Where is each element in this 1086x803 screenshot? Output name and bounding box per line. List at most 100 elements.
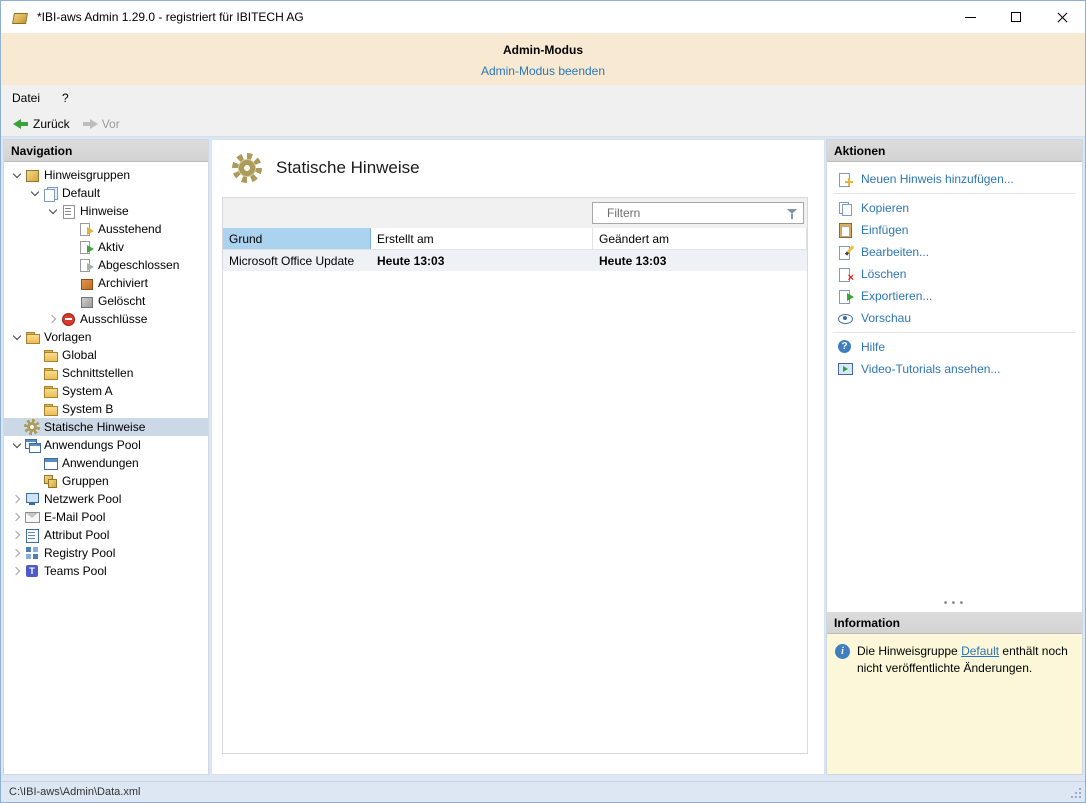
maximize-icon: [1011, 12, 1021, 22]
sidebar-item-anwendungen[interactable]: Anwendungen: [4, 454, 208, 472]
sidebar-item-teams-pool[interactable]: Teams Pool: [4, 562, 208, 580]
navigation-header-label: Navigation: [11, 144, 72, 158]
cell-grund: Microsoft Office Update: [223, 250, 371, 271]
sidebar-item-ausstehend[interactable]: Ausstehend: [4, 220, 208, 238]
filter-strip: [223, 198, 807, 228]
action-help[interactable]: Hilfe: [827, 336, 1082, 358]
chevron-collapsed-icon[interactable]: [10, 492, 24, 506]
chevron-none: [64, 276, 78, 290]
sidebar-item-vorlagen[interactable]: Vorlagen: [4, 328, 208, 346]
action-label: Löschen: [861, 267, 906, 281]
table-row[interactable]: Microsoft Office Update Heute 13:03 Heut…: [223, 250, 807, 271]
groups-icon: [42, 473, 58, 489]
admin-mode-exit-link[interactable]: Admin-Modus beenden: [481, 64, 605, 78]
resize-grip[interactable]: [1068, 785, 1082, 799]
chevron-collapsed-icon[interactable]: [46, 312, 60, 326]
sidebar-item-label: Aktiv: [98, 240, 124, 254]
chevron-none: [28, 474, 42, 488]
panel-splitter-handle[interactable]: [827, 600, 1082, 612]
sidebar-item-label: Archiviert: [98, 276, 148, 290]
close-button[interactable]: [1039, 1, 1085, 33]
action-paste[interactable]: Einfügen: [827, 219, 1082, 241]
copy-icon: [837, 200, 853, 216]
sidebar-item-archiviert[interactable]: Archiviert: [4, 274, 208, 292]
information-panel-header: Information: [827, 612, 1082, 634]
column-header-geaendert-am[interactable]: Geändert am: [593, 228, 807, 249]
sidebar-item-system-a[interactable]: System A: [4, 382, 208, 400]
column-header-grund[interactable]: Grund: [223, 228, 371, 249]
action-label: Exportieren...: [861, 289, 932, 303]
action-preview[interactable]: Vorschau: [827, 307, 1082, 329]
chevron-expanded-icon[interactable]: [10, 168, 24, 182]
chevron-expanded-icon[interactable]: [46, 204, 60, 218]
active-icon: [78, 239, 94, 255]
folder-icon: [42, 347, 58, 363]
sidebar-item-ausschluesse[interactable]: Ausschlüsse: [4, 310, 208, 328]
hint-groups-icon: [24, 167, 40, 183]
menu-help[interactable]: ?: [51, 87, 80, 109]
sidebar-item-default[interactable]: Default: [4, 184, 208, 202]
chevron-expanded-icon[interactable]: [10, 330, 24, 344]
main-content-panel: Statische Hinweise Grund Erstellt am Geä…: [211, 139, 825, 775]
separator: [833, 193, 1076, 194]
statusbar: C:\IBI-aws\Admin\Data.xml: [1, 781, 1085, 802]
chevron-expanded-icon[interactable]: [10, 438, 24, 452]
hint-group-icon: [42, 185, 58, 201]
menubar: Datei ?: [1, 85, 1085, 111]
actions-panel: Aktionen Neuen Hinweis hinzufügen... Kop…: [826, 139, 1083, 775]
action-delete[interactable]: Löschen: [827, 263, 1082, 285]
chevron-none: [28, 348, 42, 362]
sidebar-item-system-b[interactable]: System B: [4, 400, 208, 418]
filter-input[interactable]: [593, 203, 803, 223]
sidebar-item-abgeschlossen[interactable]: Abgeschlossen: [4, 256, 208, 274]
back-button[interactable]: Zurück: [7, 113, 76, 135]
action-copy[interactable]: Kopieren: [827, 197, 1082, 219]
sidebar-item-anwendungs-pool[interactable]: Anwendungs Pool: [4, 436, 208, 454]
sidebar-item-registry-pool[interactable]: Registry Pool: [4, 544, 208, 562]
filter-funnel-icon[interactable]: [786, 208, 798, 220]
action-label: Bearbeiten...: [861, 245, 929, 259]
information-header-label: Information: [834, 616, 900, 630]
sidebar-item-geloescht[interactable]: Gelöscht: [4, 292, 208, 310]
action-label: Neuen Hinweis hinzufügen...: [861, 172, 1014, 186]
sidebar-item-hinweisgruppen[interactable]: Hinweisgruppen: [4, 166, 208, 184]
chevron-collapsed-icon[interactable]: [10, 564, 24, 578]
help-icon: [837, 339, 853, 355]
close-icon: [1056, 11, 1069, 24]
teams-icon: [24, 563, 40, 579]
column-header-erstellt-am[interactable]: Erstellt am: [371, 228, 593, 249]
action-edit[interactable]: Bearbeiten...: [827, 241, 1082, 263]
action-video-tutorials[interactable]: Video-Tutorials ansehen...: [827, 358, 1082, 380]
sidebar-item-label: System A: [62, 384, 113, 398]
sidebar-item-label: Hinweisgruppen: [44, 168, 130, 182]
maximize-button[interactable]: [993, 1, 1039, 33]
app-pool-icon: [24, 437, 40, 453]
delete-icon: [837, 266, 853, 282]
chevron-collapsed-icon[interactable]: [10, 528, 24, 542]
action-export[interactable]: Exportieren...: [827, 285, 1082, 307]
sidebar-item-aktiv[interactable]: Aktiv: [4, 238, 208, 256]
list-icon: [60, 203, 76, 219]
sidebar-item-gruppen[interactable]: Gruppen: [4, 472, 208, 490]
chevron-collapsed-icon[interactable]: [10, 510, 24, 524]
sidebar-item-statische-hinweise[interactable]: Statische Hinweise: [4, 418, 208, 436]
application-window-icon: [42, 455, 58, 471]
chevron-none: [28, 366, 42, 380]
chevron-none: [28, 456, 42, 470]
chevron-collapsed-icon[interactable]: [10, 546, 24, 560]
sidebar-item-hinweise[interactable]: Hinweise: [4, 202, 208, 220]
sidebar-item-label: Attribut Pool: [44, 528, 109, 542]
info-default-link[interactable]: Default: [961, 644, 999, 658]
sidebar-item-schnittstellen[interactable]: Schnittstellen: [4, 364, 208, 382]
menu-datei[interactable]: Datei: [1, 87, 51, 109]
sidebar-item-global[interactable]: Global: [4, 346, 208, 364]
forward-button[interactable]: Vor: [76, 113, 126, 135]
sidebar-item-label: Vorlagen: [44, 330, 91, 344]
minimize-button[interactable]: [947, 1, 993, 33]
chevron-expanded-icon[interactable]: [28, 186, 42, 200]
sidebar-item-email-pool[interactable]: E-Mail Pool: [4, 508, 208, 526]
sidebar-item-netzwerk-pool[interactable]: Netzwerk Pool: [4, 490, 208, 508]
action-add-hint[interactable]: Neuen Hinweis hinzufügen...: [827, 168, 1082, 190]
sidebar-item-label: System B: [62, 402, 113, 416]
sidebar-item-attribut-pool[interactable]: Attribut Pool: [4, 526, 208, 544]
